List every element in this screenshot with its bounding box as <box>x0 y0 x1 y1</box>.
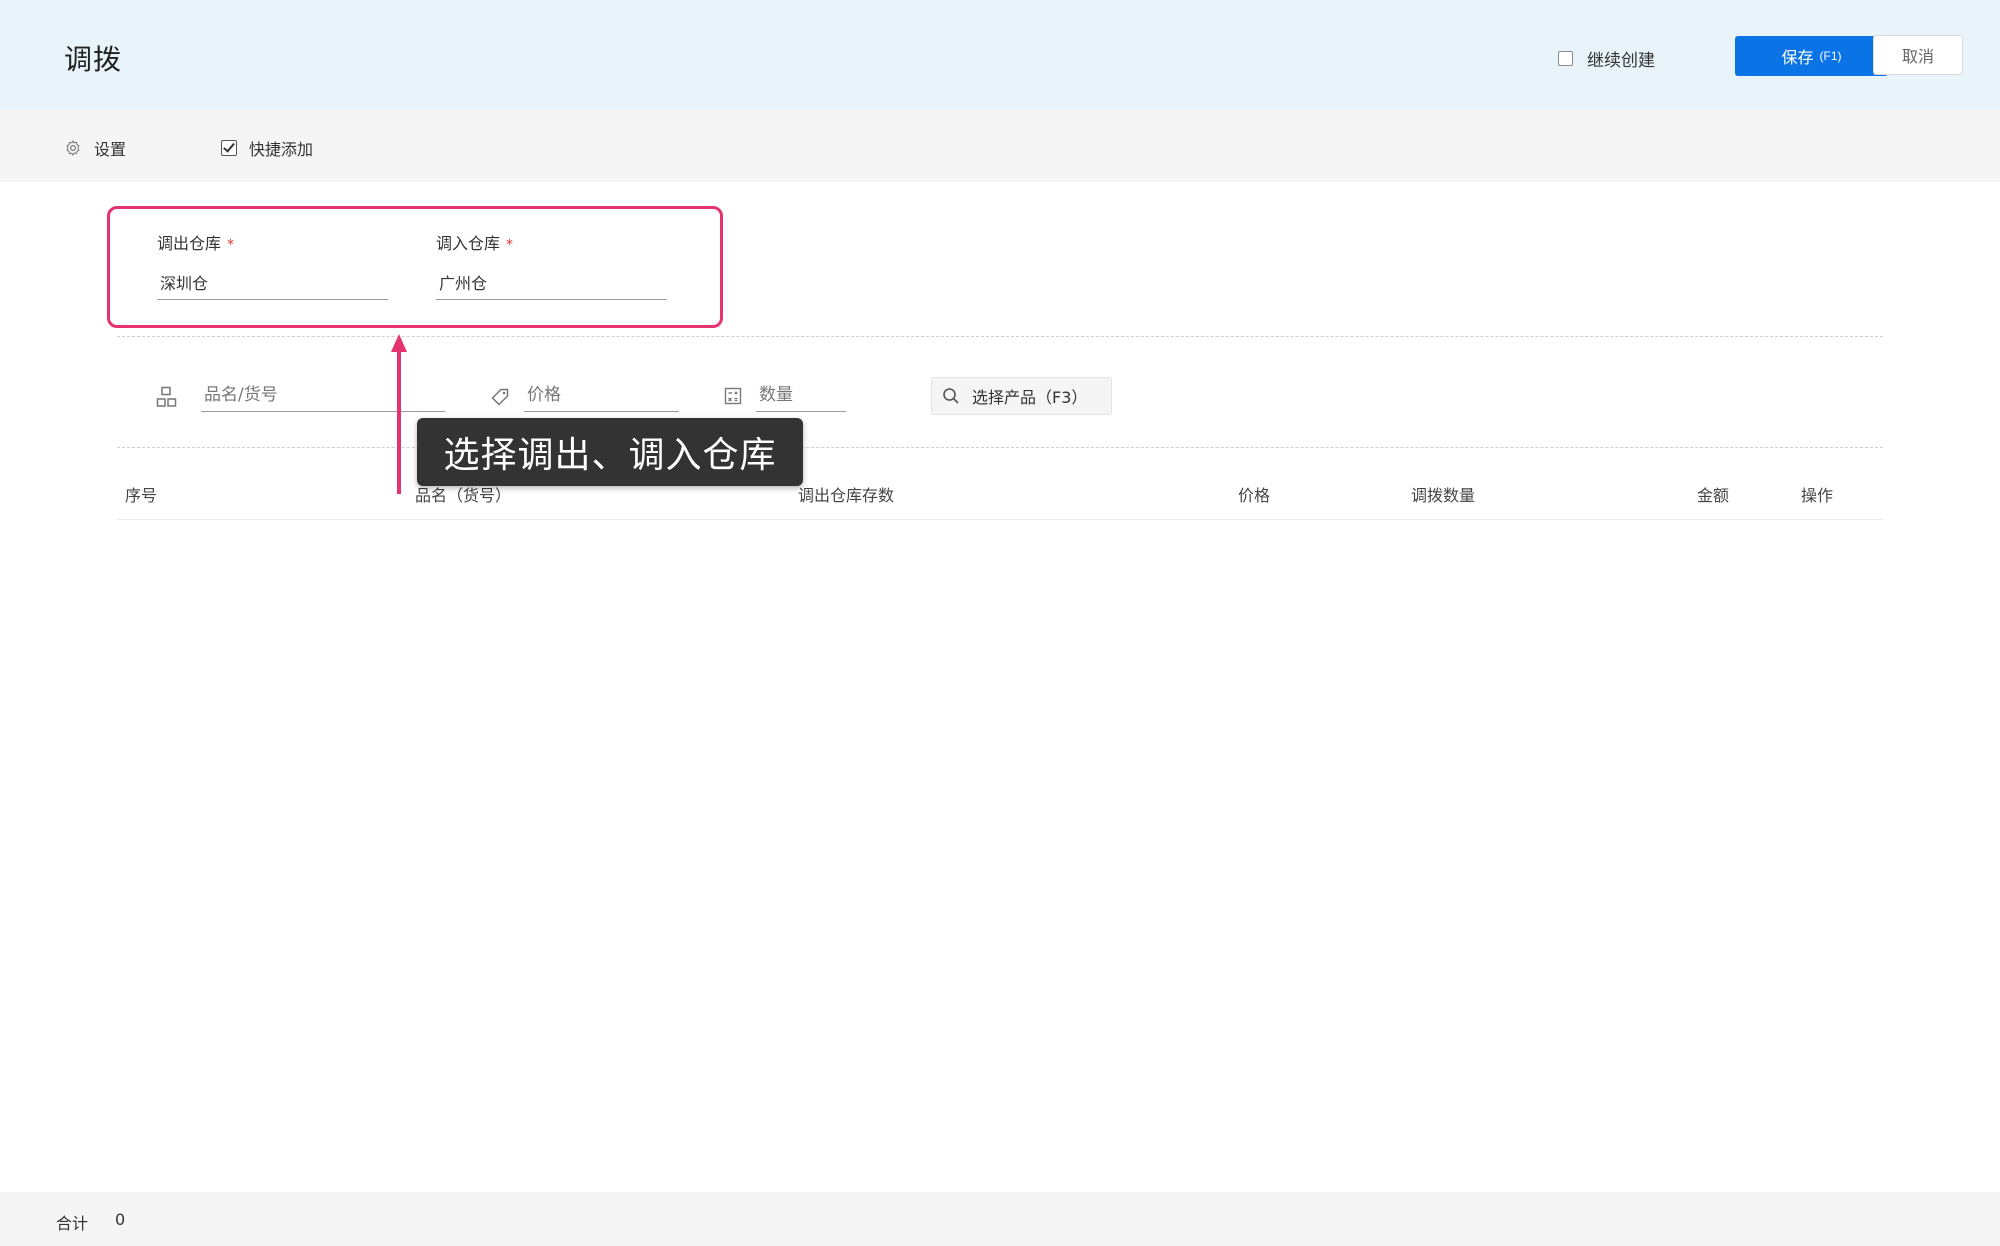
save-button-label: 保存 <box>1781 50 1814 67</box>
select-product-label: 选择产品（F3） <box>972 388 1088 407</box>
product-name-input[interactable] <box>201 378 445 412</box>
column-header-amount: 金额 <box>1697 486 1730 505</box>
product-structure-icon <box>156 386 177 407</box>
total-value: 0 <box>115 1210 126 1229</box>
required-mark: * <box>227 237 235 253</box>
quick-add-label: 快捷添加 <box>249 140 314 159</box>
continue-create-label: 继续创建 <box>1587 51 1655 71</box>
annotation-tooltip: 选择调出、调入仓库 <box>417 418 803 486</box>
column-header-actions: 操作 <box>1801 486 1834 505</box>
continue-create-option[interactable]: 继续创建 <box>1558 46 1655 71</box>
total-label: 合计 <box>56 1214 89 1233</box>
out-warehouse-label-text: 调出仓库 <box>157 234 222 253</box>
in-warehouse-input[interactable] <box>436 264 667 300</box>
annotation-arrow-line <box>397 348 401 494</box>
gear-icon <box>66 140 80 156</box>
required-mark: * <box>506 237 514 253</box>
transfer-page: 调拨 继续创建 保存 (F1) 取消 设置 快捷添加 调出仓库 * 调入仓库 * <box>0 0 2000 1246</box>
quantity-input[interactable] <box>756 378 846 412</box>
annotation-arrow-head <box>391 334 407 352</box>
column-header-transfer-qty: 调拨数量 <box>1411 486 1476 505</box>
column-header-price: 价格 <box>1238 486 1271 505</box>
search-icon <box>943 388 959 404</box>
settings-label: 设置 <box>94 140 127 159</box>
quick-add-checkbox[interactable] <box>221 140 237 156</box>
out-warehouse-input[interactable] <box>157 264 388 300</box>
price-tag-icon <box>491 388 509 406</box>
save-shortcut-hint: (F1) <box>1819 49 1842 63</box>
settings-button[interactable]: 设置 <box>64 136 126 160</box>
calculator-icon <box>724 387 742 405</box>
select-product-button[interactable]: 选择产品（F3） <box>931 377 1112 415</box>
price-input[interactable] <box>524 378 679 412</box>
in-warehouse-label-text: 调入仓库 <box>436 234 501 253</box>
footer-bar <box>0 1192 2000 1246</box>
save-button[interactable]: 保存 (F1) <box>1735 36 1888 76</box>
divider <box>117 447 1883 448</box>
in-warehouse-label: 调入仓库 * <box>436 230 513 254</box>
continue-create-checkbox[interactable] <box>1558 51 1573 66</box>
divider <box>117 336 1883 337</box>
out-warehouse-label: 调出仓库 * <box>157 230 234 254</box>
table-header: 序号 品名（货号） 调出仓库存数 价格 调拨数量 金额 操作 <box>117 470 1883 520</box>
page-title: 调拨 <box>64 43 123 76</box>
column-header-out-stock: 调出仓库存数 <box>798 486 895 505</box>
quick-add-option[interactable]: 快捷添加 <box>221 136 313 160</box>
page-header <box>0 0 2000 110</box>
cancel-button[interactable]: 取消 <box>1873 35 1963 75</box>
column-header-index: 序号 <box>125 486 158 505</box>
